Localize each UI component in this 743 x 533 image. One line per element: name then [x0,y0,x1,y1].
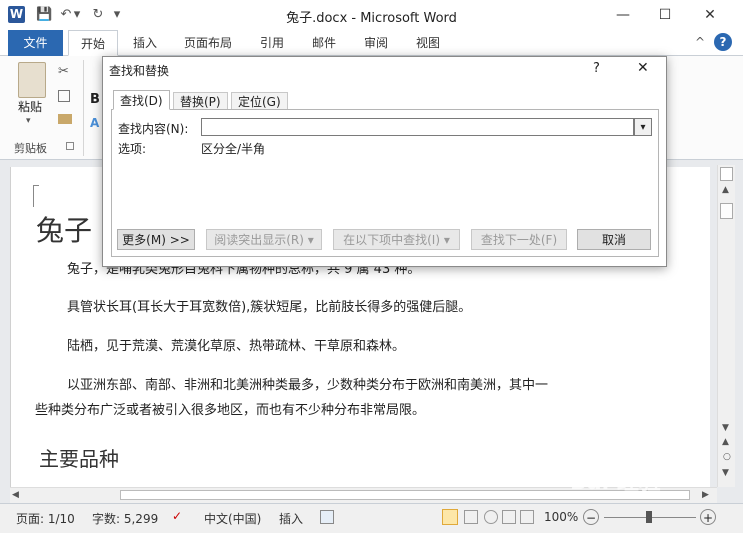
clipboard-launcher-icon[interactable] [66,142,74,150]
group-divider [83,60,84,156]
tab-find[interactable]: 查找(D) [113,90,170,110]
close-button[interactable]: ✕ [690,4,730,26]
insert-mode-indicator[interactable]: 插入 [279,510,303,527]
find-next-button[interactable]: 查找下一处(F) [471,229,567,250]
find-history-dropdown-icon[interactable]: ▾ [634,118,652,136]
minimize-button[interactable]: — [603,4,643,26]
paste-label[interactable]: 粘贴 [18,98,42,115]
scroll-right-icon[interactable]: ▶ [702,490,709,500]
ruler-toggle-icon[interactable] [720,167,733,181]
full-screen-reading-icon[interactable] [464,510,478,524]
tab-insert[interactable]: 插入 [124,30,166,56]
vertical-scrollbar[interactable]: ▲ ▼ ▲ ○ ▼ [717,165,735,487]
tab-replace[interactable]: 替换(P) [173,92,228,110]
word-count[interactable]: 字数: 5,299 [92,510,158,527]
macro-record-icon[interactable] [320,510,334,524]
document-heading: 兔子 [36,214,93,247]
paragraph-4-line-1: 以亚洲东部、南部、非洲和北美洲种类最多，少数种类分布于欧洲和南美洲，其中一 [67,378,549,393]
vertical-scroll-thumb[interactable] [720,203,733,219]
options-label: 选项: [118,142,147,156]
previous-page-icon[interactable]: ▲ [722,437,729,447]
find-what-input[interactable] [201,118,634,136]
tab-home[interactable]: 开始 [68,30,118,56]
page-count[interactable]: 页面: 1/10 [16,510,75,527]
format-painter-icon[interactable] [58,114,72,124]
dialog-close-button[interactable]: ✕ [637,60,649,76]
reading-highlight-button[interactable]: 阅读突出显示(R) ▾ [206,229,322,250]
cancel-button[interactable]: 取消 [577,229,651,250]
proofing-icon[interactable]: ✓ [172,509,190,525]
tab-page-layout[interactable]: 页面布局 [176,30,240,56]
zoom-out-button[interactable]: − [583,509,599,525]
collapse-ribbon-icon[interactable]: ^ [695,35,705,49]
dialog-title: 查找和替换 [109,64,170,78]
dialog-help-button[interactable]: ? [593,61,600,76]
web-layout-icon[interactable] [484,510,498,524]
browse-object-icon[interactable]: ○ [723,452,731,462]
baidu-watermark: Bai 经验 [570,470,661,495]
maximize-button[interactable]: ☐ [645,4,685,26]
scroll-left-icon[interactable]: ◀ [12,490,19,500]
tab-references[interactable]: 引用 [252,30,292,56]
clipboard-group-label: 剪贴板 [14,142,47,155]
language-indicator[interactable]: 中文(中国) [204,510,261,527]
subheading-main-breeds: 主要品种 [39,447,119,471]
copy-icon[interactable] [58,90,70,102]
paragraph-3: 陆栖，见于荒漠、荒漠化草原、热带疏林、干草原和森林。 [67,339,406,354]
help-icon[interactable]: ? [714,33,732,51]
outline-view-icon[interactable] [502,510,516,524]
paste-dropdown-icon[interactable]: ▾ [26,116,31,126]
next-page-icon[interactable]: ▼ [722,468,729,478]
more-button[interactable]: 更多(M) >> [117,229,195,250]
find-what-label: 查找内容(N): [118,122,189,136]
cut-icon[interactable]: ✂ [58,64,69,79]
paragraph-4-line-2: 些种类分布广泛或者被引入很多地区，而也有不少种分布非常局限。 [35,403,426,418]
options-value: 区分全/半角 [201,142,266,156]
ribbon-tab-strip: 文件 开始 插入 页面布局 引用 邮件 审阅 视图 ^ ? [0,30,743,56]
tab-review[interactable]: 审阅 [356,30,396,56]
zoom-level[interactable]: 100% [544,510,578,524]
scroll-down-icon[interactable]: ▼ [722,423,729,433]
scroll-up-icon[interactable]: ▲ [722,185,729,195]
status-bar: 页面: 1/10 字数: 5,299 ✓ 中文(中国) 插入 100% − + [0,503,743,533]
zoom-slider-thumb[interactable] [646,511,652,523]
tab-file[interactable]: 文件 [8,30,63,56]
tab-goto[interactable]: 定位(G) [231,92,288,110]
draft-view-icon[interactable] [520,510,534,524]
bold-icon[interactable]: B [90,92,100,107]
margin-marker [33,185,39,207]
tab-view[interactable]: 视图 [408,30,448,56]
find-in-button[interactable]: 在以下项中查找(I) ▾ [333,229,460,250]
find-replace-dialog: 查找和替换 ? ✕ 查找(D) 替换(P) 定位(G) 查找内容(N): ▾ 选… [102,56,667,267]
paragraph-2: 具管状长耳(耳长大于耳宽数倍),簇状短尾，比前肢长得多的强健后腿。 [67,300,472,315]
title-bar: W 💾 ↶ ▾ ↻ ▾ 兔子.docx - Microsoft Word — ☐… [0,0,743,30]
zoom-in-button[interactable]: + [700,509,716,525]
tab-mailings[interactable]: 邮件 [304,30,344,56]
print-layout-view-icon[interactable] [442,509,458,525]
paste-icon[interactable] [18,62,46,98]
